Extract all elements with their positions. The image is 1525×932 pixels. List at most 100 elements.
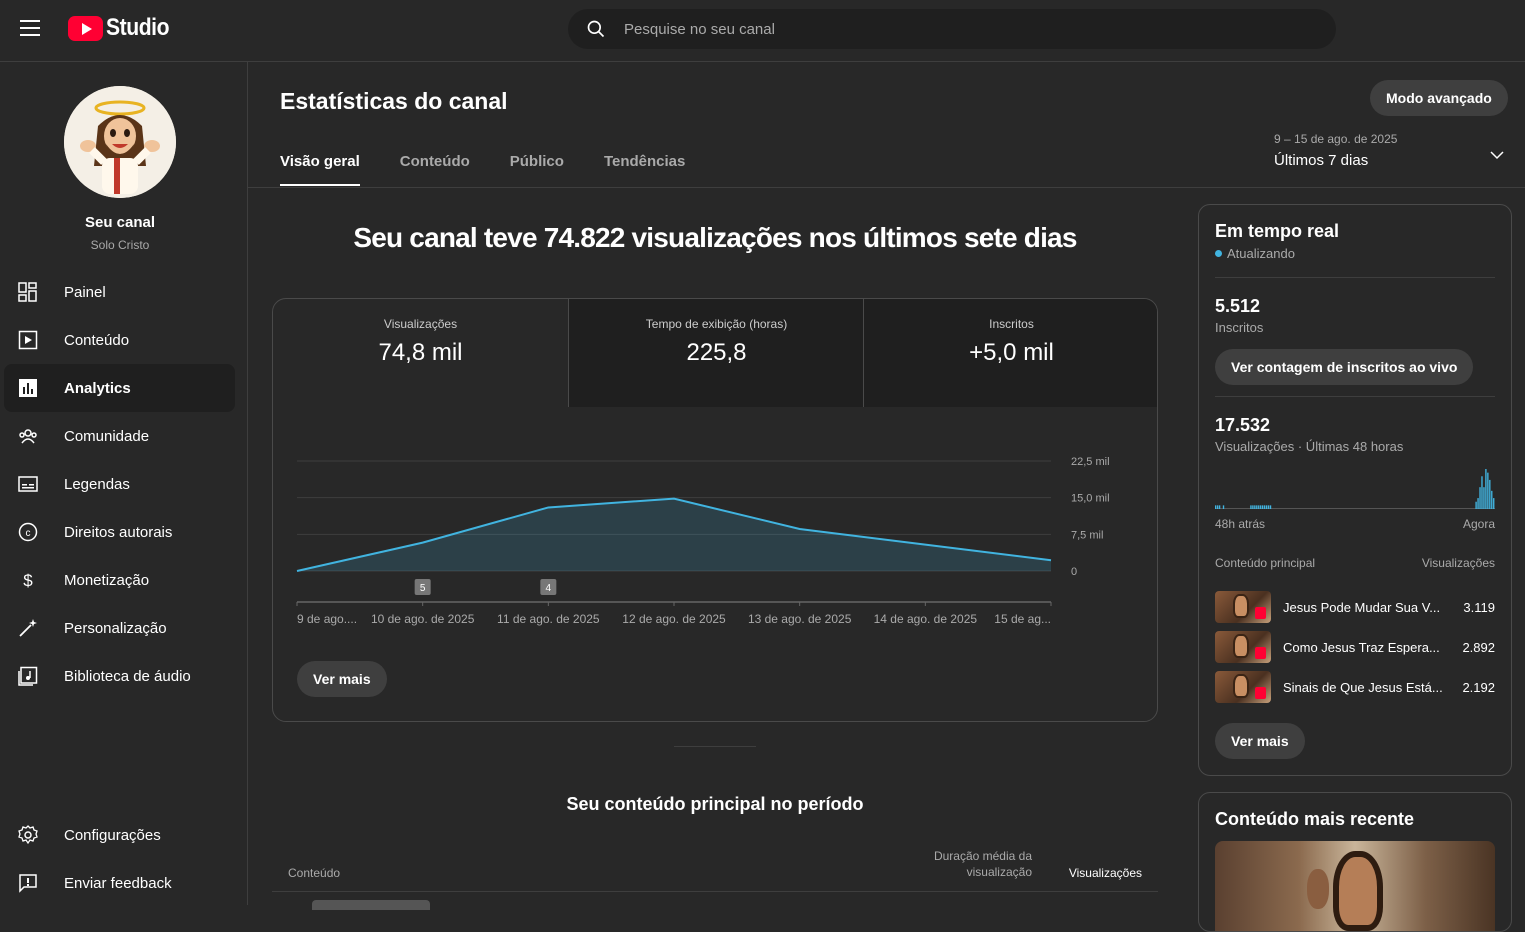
sidebar-item-label: Direitos autorais bbox=[64, 523, 173, 541]
search-input[interactable] bbox=[624, 9, 1304, 49]
live-dot-icon bbox=[1215, 250, 1222, 257]
axis-start-label: 48h atrás bbox=[1215, 517, 1266, 531]
realtime-bar bbox=[1222, 505, 1225, 509]
realtime-bar bbox=[1256, 505, 1258, 509]
upload-marker[interactable]: 5 bbox=[414, 579, 431, 595]
tab-tendencias[interactable]: Tendências bbox=[604, 138, 685, 186]
date-range-selector[interactable]: 9 – 15 de ago. de 2025 Últimos 7 dias bbox=[1274, 132, 1504, 169]
realtime-bar bbox=[1493, 498, 1495, 509]
magic-wand-icon bbox=[19, 619, 37, 637]
section-divider bbox=[674, 746, 756, 747]
metric-watch-time[interactable]: Tempo de exibição (horas) 225,8 bbox=[569, 299, 864, 407]
metric-subscribers[interactable]: Inscritos +5,0 mil bbox=[864, 299, 1157, 407]
upload-marker[interactable]: 4 bbox=[540, 579, 557, 595]
list-item[interactable]: Como Jesus Traz Espera... 2.892 bbox=[1215, 631, 1495, 663]
realtime-bar bbox=[1250, 505, 1252, 509]
sidebar-item-analytics[interactable]: Analytics bbox=[4, 364, 235, 412]
search-icon[interactable] bbox=[586, 19, 606, 39]
video-thumbnail[interactable] bbox=[1215, 841, 1495, 931]
x-tick-label: 13 de ago. de 2025 bbox=[748, 612, 852, 626]
video-title: Como Jesus Traz Espera... bbox=[1283, 640, 1440, 655]
realtime-title: Em tempo real bbox=[1215, 221, 1340, 241]
divider bbox=[1215, 277, 1495, 278]
sidebar-item-label: Analytics bbox=[64, 379, 131, 397]
channel-handle: Solo Cristo bbox=[90, 238, 150, 252]
realtime-bar bbox=[1218, 505, 1221, 509]
realtime-bar bbox=[1267, 505, 1270, 509]
realtime-bar bbox=[1485, 469, 1487, 509]
sidebar-item-enviar-feedback[interactable]: Enviar feedback bbox=[4, 859, 235, 907]
copyright-icon: c bbox=[18, 522, 38, 542]
realtime-bar bbox=[1475, 501, 1477, 509]
video-views: 2.192 bbox=[1462, 680, 1495, 695]
sidebar-item-monetizacao[interactable]: $ Monetização bbox=[4, 556, 235, 604]
views-chart[interactable]: 22,5 mil 15,0 mil 7,5 mil 0 9 de ago.... 10 d… bbox=[273, 419, 1158, 639]
see-more-button[interactable]: Ver mais bbox=[1215, 723, 1305, 759]
column-header-content[interactable]: Conteúdo bbox=[288, 866, 340, 880]
video-thumbnail[interactable] bbox=[312, 900, 430, 910]
table-header: Conteúdo Duração média da visualização V… bbox=[272, 842, 1158, 892]
realtime-bar bbox=[1477, 498, 1479, 509]
metric-value: 74,8 mil bbox=[378, 339, 463, 366]
x-tick-label: 11 de ago. de 2025 bbox=[497, 612, 600, 626]
date-range-dates: 9 – 15 de ago. de 2025 bbox=[1274, 132, 1398, 146]
sidebar-item-label: Monetização bbox=[64, 571, 150, 589]
list-item[interactable]: Jesus Pode Mudar Sua V... 3.119 bbox=[1215, 591, 1495, 623]
studio-logo[interactable]: Studio bbox=[68, 14, 178, 42]
advanced-mode-button[interactable]: Modo avançado bbox=[1370, 80, 1508, 116]
realtime-bar bbox=[1479, 487, 1481, 509]
metric-value: 225,8 bbox=[686, 339, 747, 366]
tab-visao-geral[interactable]: Visão geral bbox=[280, 138, 360, 186]
community-icon bbox=[19, 429, 37, 444]
column-header-avg-duration[interactable]: Duração média da visualização bbox=[912, 848, 1032, 880]
tab-bar: Visão geral Conteúdo Público Tendências bbox=[280, 138, 725, 188]
menu-icon[interactable] bbox=[20, 20, 40, 36]
realtime-bar bbox=[1252, 505, 1254, 509]
see-more-button[interactable]: Ver mais bbox=[297, 661, 387, 697]
x-tick-label: 15 de ag... bbox=[994, 612, 1051, 626]
sidebar-item-biblioteca-de-audio[interactable]: Biblioteca de áudio bbox=[4, 652, 235, 700]
sidebar-item-label: Legendas bbox=[64, 475, 130, 493]
sidebar-item-label: Personalização bbox=[64, 619, 167, 637]
channel-name: Seu canal bbox=[84, 214, 156, 231]
realtime-bar bbox=[1491, 490, 1493, 509]
svg-text:5: 5 bbox=[420, 583, 426, 594]
sidebar-item-configuracoes[interactable]: Configurações bbox=[4, 811, 235, 859]
shorts-icon bbox=[1255, 687, 1266, 699]
top-bar: Studio bbox=[0, 0, 1525, 56]
sidebar-item-conteudo[interactable]: Conteúdo bbox=[4, 316, 235, 364]
logo-text: Studio bbox=[106, 14, 170, 41]
realtime-bar bbox=[1254, 505, 1256, 509]
realtime-views-label: Visualizações · Últimas 48 horas bbox=[1215, 439, 1404, 454]
video-thumbnail bbox=[1215, 631, 1271, 663]
subtitles-icon bbox=[18, 476, 38, 492]
channel-avatar[interactable] bbox=[64, 86, 176, 198]
realtime-bar-chart[interactable] bbox=[1215, 463, 1495, 509]
page-title: Estatísticas do canal bbox=[280, 88, 508, 114]
tab-conteudo[interactable]: Conteúdo bbox=[400, 138, 470, 186]
live-subscriber-count-button[interactable]: Ver contagem de inscritos ao vivo bbox=[1215, 349, 1474, 385]
sidebar-item-personalizacao[interactable]: Personalização bbox=[4, 604, 235, 652]
list-item[interactable]: Sinais de Que Jesus Está... 2.192 bbox=[1215, 671, 1495, 703]
tab-publico[interactable]: Público bbox=[510, 138, 564, 186]
y-tick-label: 15,0 mil bbox=[1071, 493, 1110, 505]
realtime-bar bbox=[1258, 505, 1260, 509]
column-header-views[interactable]: Visualizações bbox=[1069, 866, 1142, 880]
tabs-divider bbox=[248, 187, 1525, 188]
main-content: Estatísticas do canal Modo avançado Visã… bbox=[248, 62, 1525, 932]
sidebar-item-legendas[interactable]: Legendas bbox=[4, 460, 235, 508]
axis-end-label: Agora bbox=[1462, 517, 1495, 531]
y-tick-label: 0 bbox=[1071, 566, 1077, 578]
sidebar: Seu canal Solo Cristo Painel Conteúdo An… bbox=[0, 62, 248, 905]
realtime-bar bbox=[1216, 505, 1219, 509]
metric-views[interactable]: Visualizações 74,8 mil bbox=[273, 299, 568, 407]
headline: Seu canal teve 74.822 visualizações nos … bbox=[353, 222, 1077, 253]
search-bar[interactable] bbox=[568, 9, 1336, 49]
sidebar-item-painel[interactable]: Painel bbox=[4, 268, 235, 316]
date-range-label: Últimos 7 dias bbox=[1274, 152, 1369, 169]
sidebar-item-direitos-autorais[interactable]: c Direitos autorais bbox=[4, 508, 235, 556]
top-content-title: Seu conteúdo principal no período bbox=[566, 794, 864, 814]
metric-label: Inscritos bbox=[989, 317, 1034, 331]
sidebar-item-comunidade[interactable]: Comunidade bbox=[4, 412, 235, 460]
column-header-top-content: Conteúdo principal bbox=[1215, 556, 1316, 570]
